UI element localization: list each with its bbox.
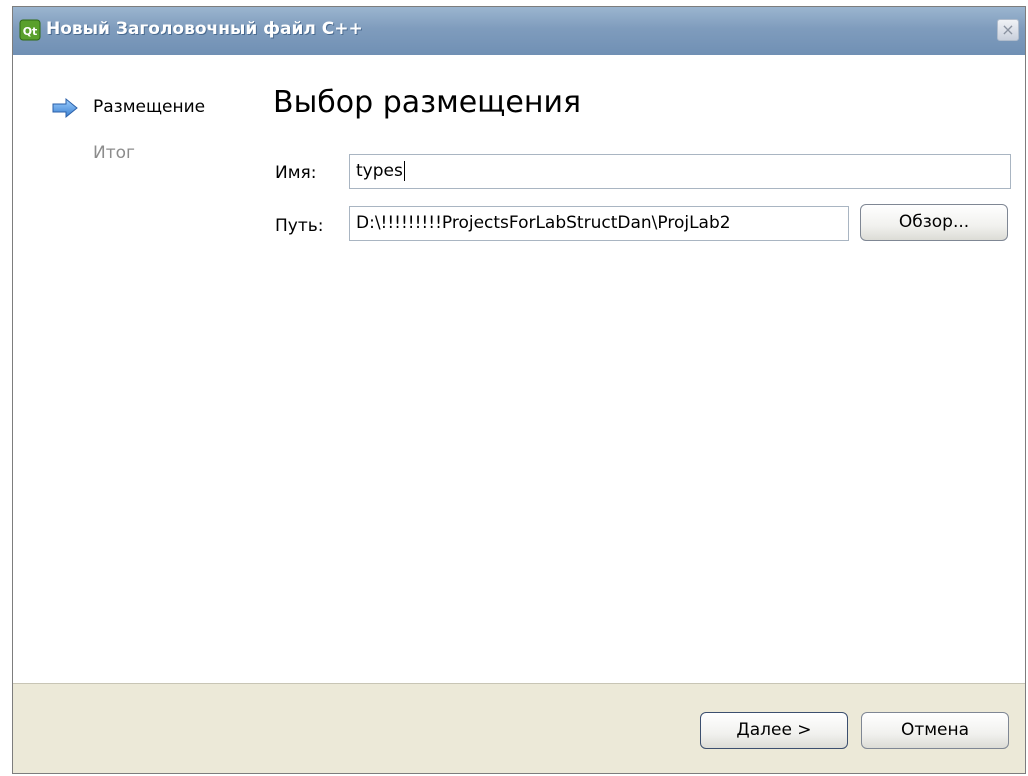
- dialog-window: Qt Новый Заголовочный файл C++ × Размеще…: [12, 6, 1026, 774]
- name-input-value: types: [356, 161, 403, 181]
- next-button-accelerator: Д: [736, 720, 750, 740]
- text-caret: [403, 161, 405, 181]
- browse-button[interactable]: Обзор...: [860, 204, 1008, 241]
- next-button[interactable]: Далее >: [700, 712, 848, 749]
- title-bar[interactable]: Qt Новый Заголовочный файл C++ ×: [13, 7, 1025, 56]
- step-summary: Итог: [93, 143, 135, 163]
- step-placement: Размещение: [93, 97, 206, 117]
- name-input[interactable]: types: [349, 154, 1011, 189]
- window-title: Новый Заголовочный файл C++: [46, 19, 363, 39]
- qt-creator-icon: Qt: [19, 19, 41, 41]
- current-step-arrow-icon: [52, 97, 78, 119]
- button-bar: Далее > Отмена: [13, 683, 1025, 773]
- svg-text:Qt: Qt: [23, 25, 38, 38]
- name-label: Имя:: [275, 163, 317, 183]
- cancel-button[interactable]: Отмена: [861, 712, 1009, 749]
- path-input[interactable]: D:\!!!!!!!!!ProjectsForLabStructDan\Proj…: [349, 206, 849, 241]
- path-label: Путь:: [275, 216, 324, 236]
- wizard-page: Размещение Итог Выбор размещения Имя: ty…: [13, 55, 1025, 683]
- page-title: Выбор размещения: [273, 85, 582, 120]
- next-button-label: алее >: [749, 720, 812, 740]
- close-icon[interactable]: ×: [997, 19, 1019, 41]
